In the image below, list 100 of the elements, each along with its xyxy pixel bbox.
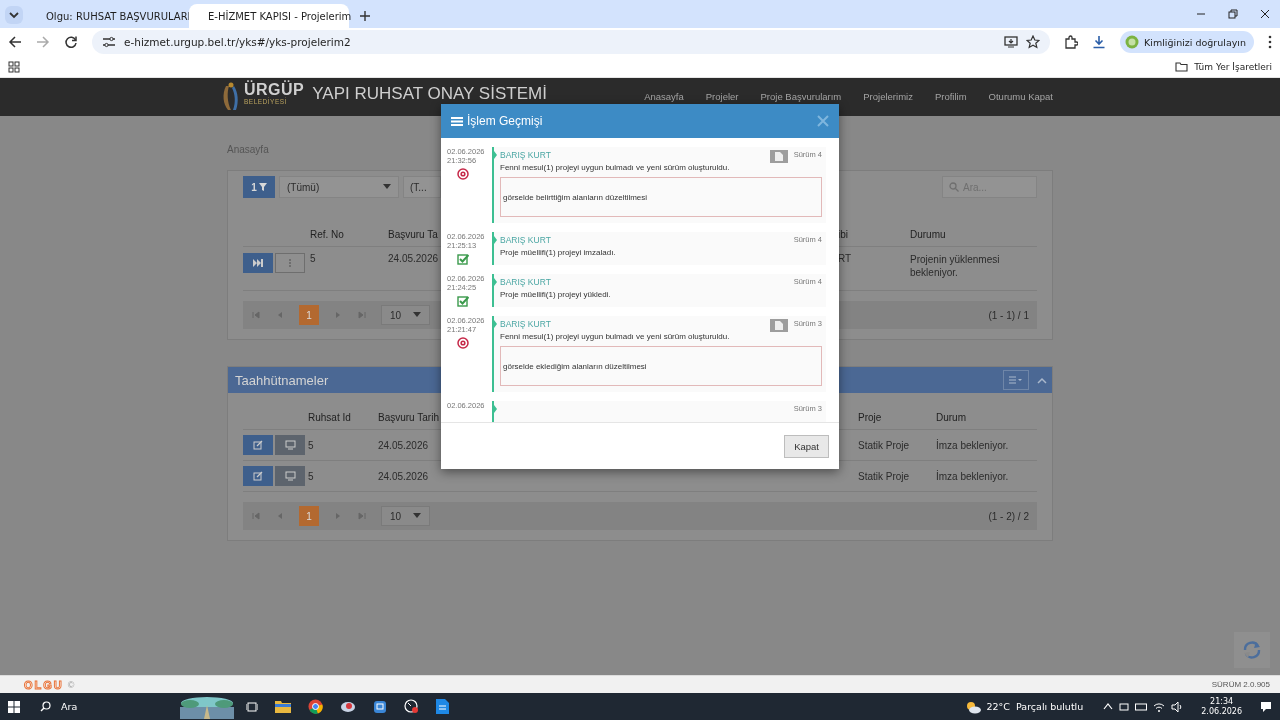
filter-select[interactable]: (Tümü)	[279, 176, 399, 198]
download-icon[interactable]	[1092, 35, 1107, 49]
filter-button[interactable]: 1	[243, 176, 275, 198]
nav-link[interactable]: Profilim	[934, 91, 967, 102]
entry-message: Fenni mesul(1) projeyi uygun bulmadı ve yeni sürüm oluşturuldu.	[500, 332, 731, 341]
table-cell-text: Statik Proje	[858, 439, 911, 451]
arrows-drawing	[1241, 639, 1263, 661]
column-header[interactable]: Durum	[936, 411, 1037, 423]
clock-time[interactable]: 21:34	[1210, 696, 1234, 707]
logo-name: ÜRGÜP	[244, 82, 305, 98]
table-cell-text: 5	[308, 470, 315, 482]
browser-tab[interactable]: Olgu: RUHSAT BAŞVURULARI	[27, 4, 187, 28]
user-name: BARIŞ KURT	[500, 150, 552, 160]
clock-date[interactable]: 2.06.2026	[1201, 706, 1242, 717]
weather-icon[interactable]	[964, 699, 981, 714]
install-app-icon[interactable]	[1004, 35, 1019, 49]
folder-icon[interactable]	[275, 700, 291, 713]
avatar-icon	[1125, 35, 1140, 49]
document-app-icon[interactable]	[436, 699, 449, 714]
table-cell-text: 24.05.2026	[378, 439, 430, 451]
document-button[interactable]	[769, 319, 788, 332]
task-view-icon[interactable]	[246, 700, 258, 713]
column-header[interactable]: Durumu	[910, 228, 1037, 240]
browser-tab[interactable]: E-HİZMET KAPISI - Projelerim	[189, 4, 349, 28]
page-button[interactable]: 1	[299, 506, 319, 526]
list-caret-icon	[1009, 376, 1023, 384]
gauge-icon[interactable]	[404, 699, 419, 714]
panel-title: Taahhütnameler	[235, 372, 329, 388]
folder-icon	[1175, 61, 1189, 72]
filter-icon	[258, 183, 267, 191]
nav-link[interactable]: Proje Başvurularım	[760, 91, 842, 102]
entry-message: Fenni mesul(1) projeyi uygun bulmadı ve yeni sürüm oluşturuldu.	[500, 163, 731, 172]
nav-link[interactable]: Projeler	[705, 91, 739, 102]
monitor-icon	[284, 440, 296, 450]
page-button[interactable]: 1	[299, 305, 319, 325]
edit-icon	[253, 440, 263, 450]
speaker-icon[interactable]	[1171, 701, 1184, 712]
caret-icon	[383, 184, 391, 190]
copyright-mark: ©	[67, 679, 75, 690]
weather-label: Parçalı bulutlu	[1016, 701, 1084, 712]
nav-link[interactable]: Oturumu Kapat	[988, 91, 1053, 102]
brand-logo: OLGU	[24, 678, 64, 691]
fast-forward-icon	[253, 259, 263, 267]
note-box: görselde eklediğim alanların düzeltilmesi	[500, 346, 822, 386]
skip-button[interactable]	[243, 253, 273, 273]
search-field[interactable]: Ara	[34, 693, 234, 720]
back-icon[interactable]	[8, 35, 22, 49]
nav-link[interactable]: Anasayfa	[644, 91, 684, 102]
app-title: YAPI RUHSAT ONAY SİSTEMİ	[312, 85, 547, 103]
column-header[interactable]: Proje	[858, 411, 936, 423]
search-icon	[40, 701, 51, 712]
table-cell-text: RT	[838, 253, 853, 264]
keyboard-icon[interactable]	[1135, 701, 1148, 712]
close-icon[interactable]	[1260, 9, 1270, 19]
temperature-label: 22°C	[986, 701, 1010, 712]
table-cell-text: Projenin yüklenmesi bekleniyor.	[910, 253, 1001, 279]
profile-button[interactable]: Kimliğinizi doğrulayın	[1120, 31, 1254, 53]
filter-select[interactable]: (T...	[403, 176, 441, 198]
page-summary: (1 - 1) / 1	[988, 309, 1029, 321]
browser-icon[interactable]	[308, 699, 323, 714]
close-button[interactable]: Kapat	[784, 434, 829, 458]
column-header[interactable]: Ruhsat Id	[308, 411, 378, 423]
new-tab-icon[interactable]	[359, 10, 371, 22]
wifi-icon[interactable]	[1153, 701, 1166, 712]
nav-link[interactable]: Projelerimiz	[863, 91, 913, 102]
table-cell-text: 24.05.2026	[378, 470, 430, 482]
site-settings-icon[interactable]	[102, 36, 116, 48]
page-size-select[interactable]: 10	[381, 506, 431, 526]
table-cell-text: İmza bekleniyor.	[936, 439, 1010, 451]
start-icon[interactable]	[8, 700, 20, 713]
column-header[interactable]: Başvuru Tarih	[378, 411, 441, 423]
column-header[interactable]: Başvuru Ta	[388, 228, 440, 240]
more-menu-icon[interactable]	[1268, 35, 1272, 49]
list-icon	[451, 116, 463, 126]
page-size-select[interactable]: 10	[381, 305, 431, 325]
bookmarks-button[interactable]: Tüm Yer İşaretleri	[1175, 61, 1272, 72]
document-button[interactable]	[769, 150, 788, 163]
reload-icon[interactable]	[64, 35, 78, 49]
table-cell-text: 5	[310, 253, 317, 264]
monitor-icon	[284, 471, 296, 481]
app-icon[interactable]	[340, 699, 356, 714]
notifications-icon[interactable]	[1260, 700, 1272, 713]
caret-icon	[413, 312, 422, 318]
table-cell-text: İmza bekleniyor.	[936, 470, 1010, 482]
extensions-icon[interactable]	[1064, 35, 1079, 49]
version-label: SÜRÜM 2.0.905	[1211, 680, 1270, 689]
page-summary: (1 - 2) / 2	[988, 510, 1029, 522]
table-cell-text: 5	[308, 439, 315, 451]
search-icon	[949, 182, 959, 192]
column-header[interactable]: ibi	[838, 228, 910, 240]
document-icon	[774, 152, 783, 161]
camera-icon[interactable]	[1119, 701, 1130, 712]
entry-message: Proje müellifi(1) projeyi yükledi.	[500, 290, 612, 299]
star-icon[interactable]	[1026, 35, 1041, 49]
column-header[interactable]: Ref. No	[310, 228, 388, 240]
shield-icon[interactable]	[373, 699, 387, 714]
restore-icon[interactable]	[1228, 9, 1238, 19]
caret-icon	[413, 513, 422, 519]
apps-grid-icon[interactable]	[8, 60, 20, 73]
landscape-icon	[180, 694, 234, 719]
